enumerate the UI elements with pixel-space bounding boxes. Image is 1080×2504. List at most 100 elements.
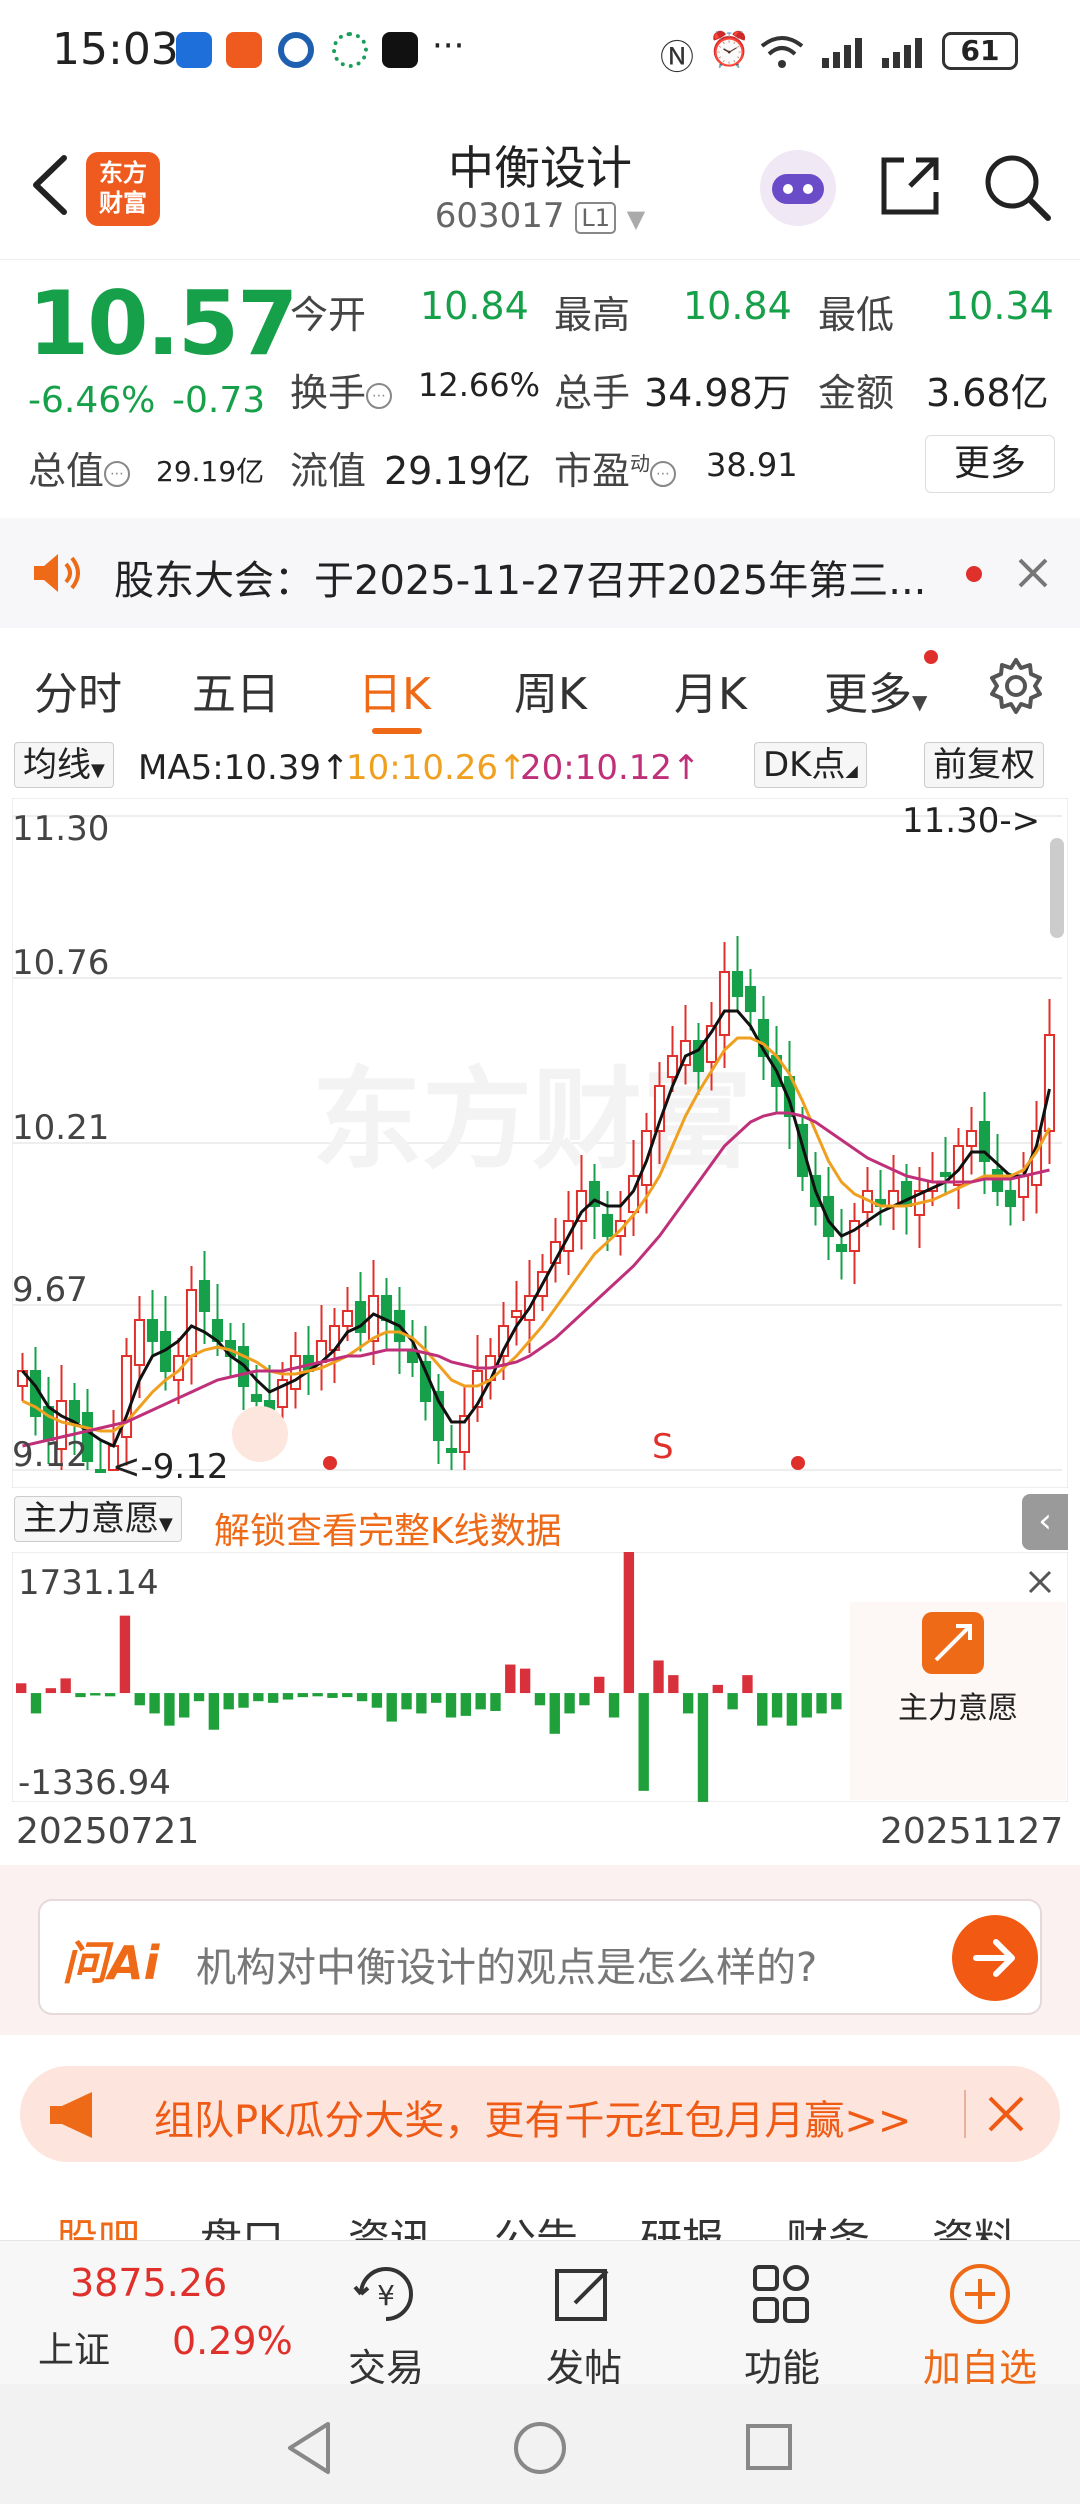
high-label: 最高 xyxy=(554,293,631,337)
adjust-selector[interactable]: 前复权 xyxy=(924,742,1044,788)
robot-assistant-icon[interactable] xyxy=(758,148,838,228)
indicator-bar xyxy=(579,1693,590,1706)
plus-circle-icon xyxy=(950,2264,1010,2324)
ai-question-box[interactable]: 问Ai 机构对中衡设计的观点是怎么样的? xyxy=(38,1899,1042,2015)
start-date: 20250721 xyxy=(16,1811,200,1852)
notice-text: 股东大会：于2025-11-27召开2025年第三... xyxy=(114,558,927,604)
indicator-bar xyxy=(208,1693,220,1730)
pe-label[interactable]: 市盈动 ⋯ xyxy=(554,440,677,495)
app-notification-icon xyxy=(176,32,212,68)
stock-name: 中衡设计 xyxy=(448,141,632,195)
alarm-icon: ⏰ xyxy=(708,30,751,70)
kline-chart[interactable]: 东方财富 11.3010.7610.219.679.12 11.30-> <-9… xyxy=(12,798,1068,1488)
notice-bar[interactable]: 股东大会：于2025-11-27召开2025年第三... xyxy=(0,518,1080,628)
main-force-chart[interactable]: 1731.14 -1336.94 主力意愿 xyxy=(12,1552,1068,1802)
trade-yen-icon: ¥ xyxy=(353,2267,413,2321)
high-value: 10.84 xyxy=(683,284,792,328)
indicator-bar xyxy=(475,1693,486,1710)
turnover-label[interactable]: 换手 ⋯ xyxy=(290,362,393,417)
amount-value: 3.68亿 xyxy=(926,371,1049,415)
subtab-news[interactable]: 资讯 xyxy=(348,2206,432,2240)
indicator-bar xyxy=(816,1693,827,1714)
info-icon: ⋯ xyxy=(366,382,393,409)
chevron-down-icon: ▼ xyxy=(626,205,646,233)
nav-back-icon[interactable] xyxy=(284,2420,334,2476)
indicator-bar xyxy=(623,1552,635,1694)
ma20-value: 20:10.12↑ xyxy=(520,748,701,788)
subtab-profile[interactable]: 资料 xyxy=(932,2206,1016,2240)
add-watchlist-button[interactable]: 加自选 xyxy=(890,2261,1070,2392)
indicator-bar xyxy=(757,1693,768,1726)
indicator-bar xyxy=(134,1693,145,1706)
indicator-bar xyxy=(608,1693,620,1718)
trade-button[interactable]: ¥ 交易 xyxy=(296,2261,476,2392)
stock-code[interactable]: 603017 L1 ▼ xyxy=(380,196,700,236)
tab-monthly-k[interactable]: 月K xyxy=(674,658,747,722)
volume-value: 34.98万 xyxy=(644,371,791,415)
tab-daily-k[interactable]: 日K xyxy=(358,658,431,722)
close-icon[interactable] xyxy=(1016,556,1050,590)
indicator-bar xyxy=(282,1693,294,1700)
candle-body xyxy=(380,1295,393,1321)
subtab-research[interactable]: 研报 xyxy=(640,2206,724,2240)
indicator-bar xyxy=(490,1693,501,1711)
indicator-bar xyxy=(519,1668,531,1694)
indicator-bar xyxy=(742,1675,753,1694)
share-icon[interactable] xyxy=(876,152,944,220)
speaker-icon xyxy=(34,554,80,592)
candle-body xyxy=(1004,1190,1017,1207)
ma-selector[interactable]: 均线▼ xyxy=(14,742,114,788)
indicator-bar xyxy=(149,1693,160,1714)
app-notification-icon xyxy=(278,32,314,68)
indicator-bar xyxy=(312,1693,323,1697)
tab-five-day[interactable]: 五日 xyxy=(192,658,280,722)
candle-body xyxy=(744,986,757,1012)
indicator-bar xyxy=(401,1693,412,1710)
divider xyxy=(964,2090,966,2138)
promo-banner[interactable]: 组队PK瓜分大奖，更有千元红包月月赢>> xyxy=(20,2066,1060,2162)
subtab-forum[interactable]: 股吧 xyxy=(56,2206,140,2240)
nav-home-icon[interactable] xyxy=(512,2420,568,2476)
index-value[interactable]: 3875.26 xyxy=(70,2261,227,2305)
subtab-order-book[interactable]: 盘口 xyxy=(200,2206,284,2240)
subtab-announcements[interactable]: 公告 xyxy=(494,2206,578,2240)
index-name[interactable]: 上证 xyxy=(38,2321,110,2373)
indicator-bar xyxy=(30,1693,42,1714)
back-arrow-icon[interactable] xyxy=(24,150,84,220)
settings-gear-icon[interactable] xyxy=(986,656,1046,716)
dk-point-button[interactable]: DK点◢ xyxy=(754,742,867,788)
candle-body xyxy=(198,1280,211,1312)
candle-body xyxy=(718,971,731,1036)
edit-icon xyxy=(555,2269,609,2321)
indicator-bar xyxy=(638,1693,649,1791)
mktcap-label[interactable]: 总值 ⋯ xyxy=(28,440,131,495)
indicator-bar xyxy=(505,1664,516,1694)
candle-body xyxy=(341,1310,354,1327)
tab-more[interactable]: 更多▼ xyxy=(824,658,927,722)
function-button[interactable]: 功能 xyxy=(692,2261,872,2392)
indicator-selector[interactable]: 主力意愿▼ xyxy=(14,1496,182,1542)
open-value: 10.84 xyxy=(420,284,529,328)
close-icon[interactable] xyxy=(986,2094,1026,2134)
turnover-value: 12.66% xyxy=(418,366,541,404)
ma10-value: 10:10.26↑ xyxy=(346,748,527,788)
arrow-right-icon xyxy=(973,1939,1015,1977)
tab-weekly-k[interactable]: 周K xyxy=(514,658,587,722)
zoom-handle xyxy=(232,1406,288,1462)
more-quote-button[interactable]: 更多 xyxy=(925,435,1055,493)
candle-body xyxy=(133,1319,146,1366)
low-value: 10.34 xyxy=(945,284,1054,328)
nav-recents-icon[interactable] xyxy=(744,2422,794,2472)
signal-icon xyxy=(822,38,862,68)
tab-intraday[interactable]: 分时 xyxy=(34,658,122,722)
candle-body xyxy=(848,1220,861,1252)
collapse-panel-icon[interactable]: ‹ xyxy=(1022,1494,1068,1550)
unlock-kline-link[interactable]: 解锁查看完整K线数据 xyxy=(214,1502,562,1554)
subtab-finance[interactable]: 财务 xyxy=(786,2206,870,2240)
search-icon[interactable] xyxy=(982,152,1052,222)
post-button[interactable]: 发帖 xyxy=(494,2261,674,2392)
indicator-bar xyxy=(445,1693,457,1718)
ai-send-button[interactable] xyxy=(952,1915,1038,2001)
index-percent[interactable]: 0.29% xyxy=(172,2319,293,2363)
candle-body xyxy=(185,1289,198,1357)
